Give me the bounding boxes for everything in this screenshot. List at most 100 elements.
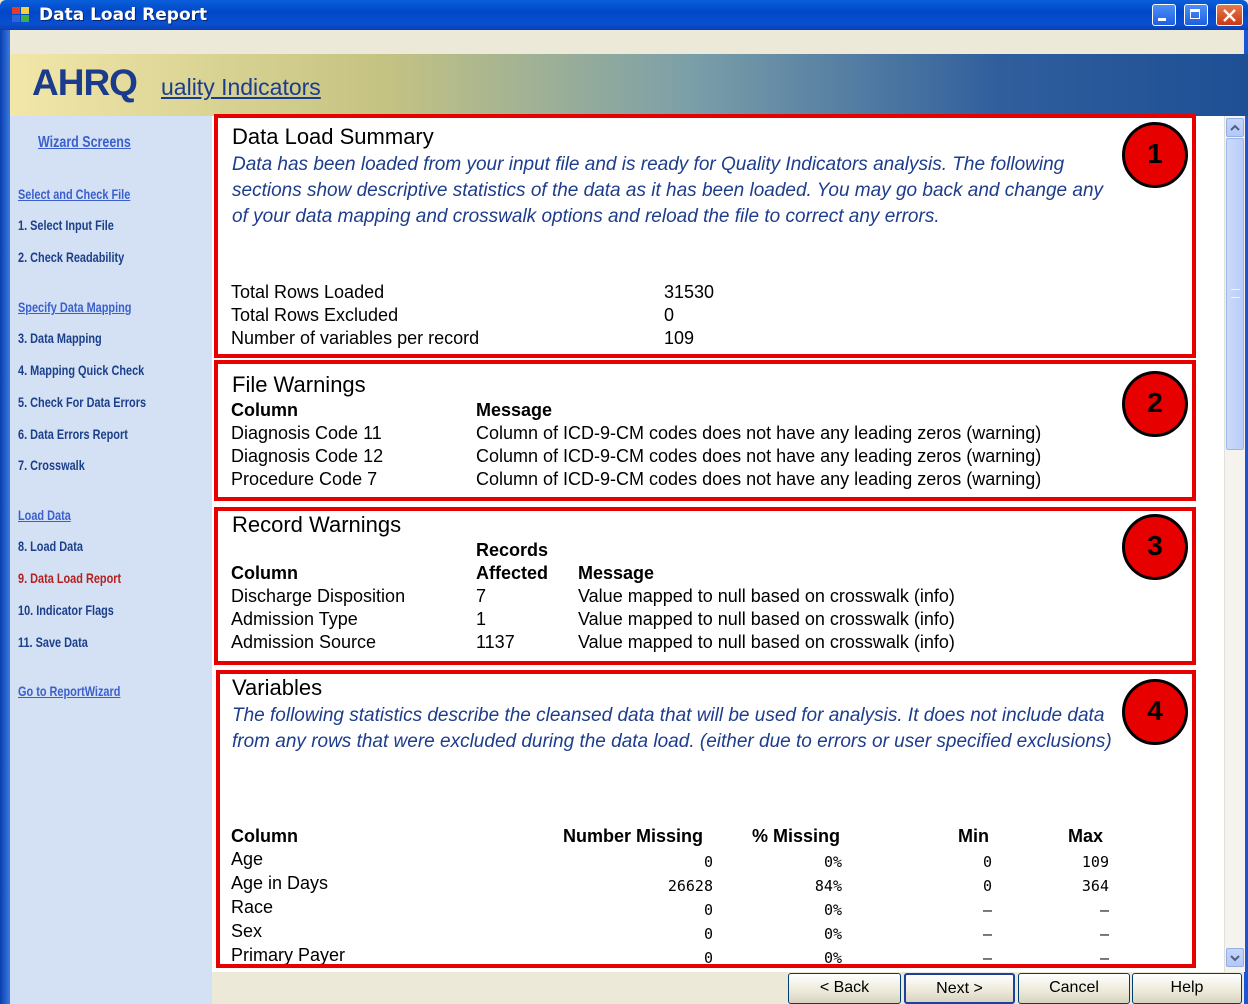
sidebar-item-check-readability[interactable]: 2. Check Readability	[18, 249, 124, 265]
variable-name: Age	[231, 849, 264, 869]
file-warnings-header-column: Column	[231, 400, 298, 420]
logo-ahrq: AHRQ	[32, 62, 138, 103]
cancel-button[interactable]: Cancel	[1018, 973, 1130, 1004]
record-warnings-title: Record Warnings	[232, 512, 402, 537]
variable-min: –	[982, 901, 992, 919]
thumb-grip-icon	[1231, 289, 1240, 298]
record-warning-column: Discharge Disposition	[231, 586, 406, 606]
variables-header-min: Min	[958, 826, 989, 846]
variable-name: Age in Days	[231, 873, 329, 893]
record-warnings-header-records: Records	[476, 540, 549, 560]
variable-max: 109	[1081, 853, 1109, 871]
minimize-button[interactable]	[1152, 4, 1176, 26]
variable-min: –	[982, 949, 992, 964]
window: Data Load Report AHRQ uality Indicators …	[0, 0, 1248, 1004]
chevron-down-icon	[1230, 955, 1240, 962]
sidebar-item-mapping-quick-check[interactable]: 4. Mapping Quick Check	[18, 362, 144, 378]
sidebar-item-indicator-flags[interactable]: 10. Indicator Flags	[18, 602, 114, 618]
variable-max: –	[1099, 925, 1109, 943]
variables-header-column: Column	[231, 826, 298, 846]
sidebar-item-data-load-report[interactable]: 9. Data Load Report	[18, 570, 121, 586]
record-warnings-header-affected: Affected	[476, 563, 549, 583]
variable-pct-missing: 0%	[823, 901, 842, 919]
file-warning-message: Column of ICD-9-CM codes does not have a…	[476, 469, 1042, 489]
window-frame-left	[0, 30, 10, 1004]
sidebar-item-save-data[interactable]: 11. Save Data	[18, 634, 88, 650]
sidebar-group-select-check-file[interactable]: Select and Check File	[18, 186, 130, 202]
variables-header-max: Max	[1068, 826, 1104, 846]
summary-description: Data has been loaded from your input fil…	[232, 154, 1104, 227]
file-warning-message: Column of ICD-9-CM codes does not have a…	[476, 446, 1042, 466]
sidebar-item-crosswalk[interactable]: 7. Crosswalk	[18, 457, 85, 473]
callout-badge-3: 3	[1122, 514, 1188, 580]
sidebar-item-select-input-file[interactable]: 1. Select Input File	[18, 217, 114, 233]
scroll-thumb[interactable]	[1226, 138, 1244, 450]
variable-missing: 0	[703, 901, 713, 919]
record-warning-column: Admission Source	[231, 632, 377, 652]
sidebar-group-load-data[interactable]: Load Data	[18, 507, 71, 523]
variable-missing: 0	[703, 925, 713, 943]
minimize-icon	[1158, 18, 1166, 21]
file-warnings-header-message: Message	[476, 400, 553, 420]
sidebar-item-load-data[interactable]: 8. Load Data	[18, 538, 83, 554]
summary-row-label: Number of variables per record	[231, 328, 480, 348]
variable-pct-missing: 0%	[823, 853, 842, 871]
vertical-scrollbar[interactable]	[1224, 116, 1245, 972]
file-warning-column: Procedure Code 7	[231, 469, 378, 489]
record-warnings-header-message: Message	[578, 563, 655, 583]
window-title: Data Load Report	[39, 5, 208, 25]
chevron-up-icon	[1230, 124, 1240, 131]
variable-missing: 0	[703, 853, 713, 871]
help-button[interactable]: Help	[1132, 973, 1242, 1004]
menu-strip	[10, 30, 1244, 54]
file-warning-column: Diagnosis Code 11	[231, 423, 382, 443]
scroll-down-button[interactable]	[1226, 948, 1244, 967]
wizard-sidebar: Wizard Screens Select and Check File 1. …	[10, 116, 212, 1004]
sidebar-item-check-data-errors[interactable]: 5. Check For Data Errors	[18, 394, 146, 410]
sidebar-link-report-wizard[interactable]: Go to ReportWizard	[18, 683, 120, 699]
callout-badge-4: 4	[1122, 679, 1188, 745]
variable-pct-missing: 0%	[823, 949, 842, 964]
header-banner: AHRQ uality Indicators	[10, 54, 1248, 116]
sidebar-item-data-mapping[interactable]: 3. Data Mapping	[18, 330, 102, 346]
record-warning-affected: 1137	[476, 632, 515, 652]
variables-table-body: Age 0 0% 0 109 Age in Days 26628 84% 0 3…	[212, 849, 1192, 964]
variables-header-pct-missing: % Missing	[752, 826, 841, 846]
callout-badge-1: 1	[1122, 122, 1188, 188]
sidebar-item-data-errors-report[interactable]: 6. Data Errors Report	[18, 426, 128, 442]
variable-name: Primary Payer	[231, 945, 346, 964]
variable-max: –	[1099, 901, 1109, 919]
close-button[interactable]	[1216, 4, 1243, 26]
variable-pct-missing: 84%	[814, 877, 842, 895]
variable-name: Sex	[231, 921, 263, 941]
app-icon	[12, 7, 29, 23]
maximize-icon	[1190, 9, 1200, 19]
variable-max: –	[1099, 949, 1109, 964]
scroll-up-button[interactable]	[1226, 118, 1244, 137]
summary-row-label: Total Rows Loaded	[231, 282, 385, 302]
record-warnings-header-column: Column	[231, 563, 298, 583]
variable-max: 364	[1081, 877, 1109, 895]
callout-badge-2: 2	[1122, 371, 1188, 437]
title-bar[interactable]: Data Load Report	[0, 0, 1248, 30]
record-warning-message: Value mapped to null based on crosswalk …	[578, 609, 955, 629]
record-warning-affected: 7	[476, 586, 487, 606]
sidebar-group-specify-data-mapping[interactable]: Specify Data Mapping	[18, 299, 131, 315]
summary-row-label: Total Rows Excluded	[231, 305, 399, 325]
next-button[interactable]: Next >	[904, 973, 1015, 1004]
variables-description: The following statistics describe the cl…	[232, 705, 1112, 752]
sidebar-header-wizard-screens[interactable]: Wizard Screens	[38, 134, 131, 152]
maximize-button[interactable]	[1184, 4, 1208, 26]
back-button[interactable]: < Back	[788, 973, 901, 1004]
summary-row-value: 31530	[664, 282, 715, 302]
file-warning-message: Column of ICD-9-CM codes does not have a…	[476, 423, 1042, 443]
variable-min: 0	[982, 877, 992, 895]
ahrq-logo: AHRQ uality Indicators	[32, 62, 321, 104]
file-warning-column: Diagnosis Code 12	[231, 446, 384, 466]
variable-missing: 0	[703, 949, 713, 964]
variable-missing: 26628	[667, 877, 713, 895]
file-warnings-title: File Warnings	[232, 372, 366, 397]
summary-row-value: 0	[664, 305, 675, 325]
record-warning-message: Value mapped to null based on crosswalk …	[578, 586, 955, 606]
variables-header-number-missing: Number Missing	[563, 826, 704, 846]
